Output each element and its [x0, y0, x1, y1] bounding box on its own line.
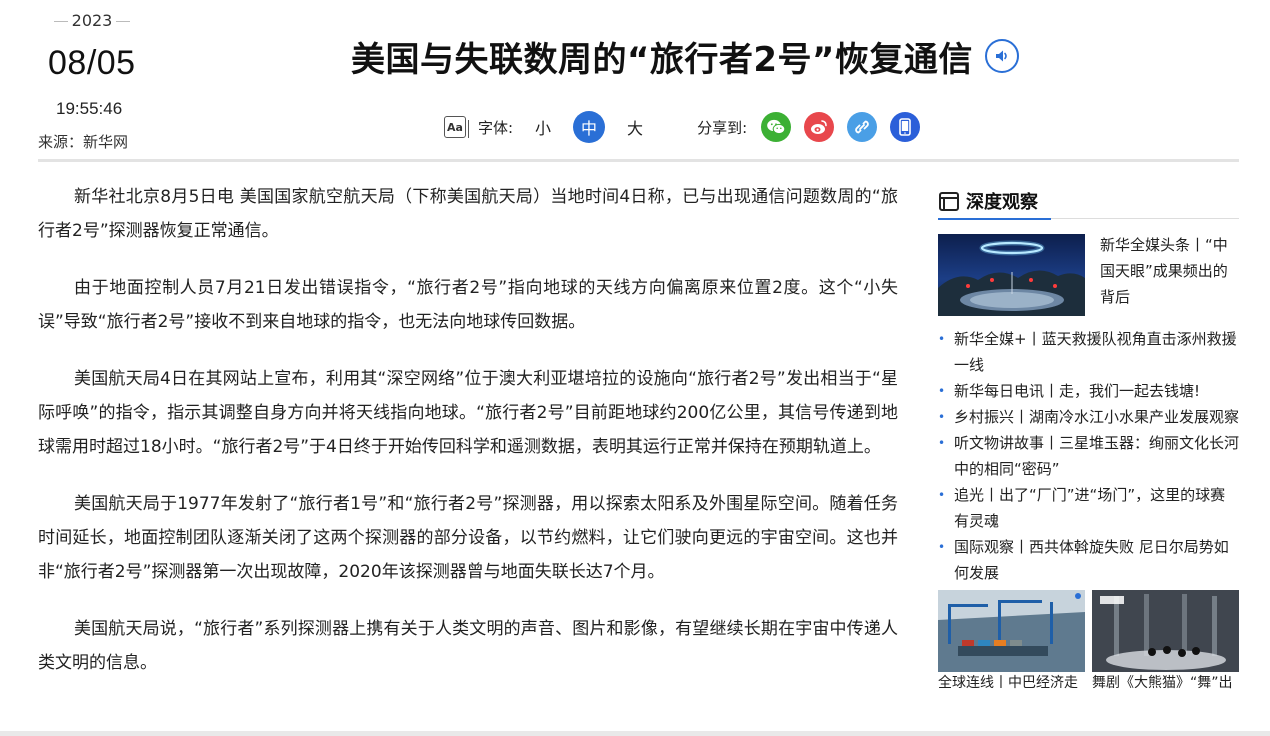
sidebar-feature: 新华全媒头条丨“中国天眼”成果频出的背后	[938, 234, 1239, 316]
article-paragraph: 美国航天局说，“旅行者”系列探测器上携有关于人类文明的声音、图片和影像，有望继续…	[38, 619, 898, 673]
feature-image[interactable]	[938, 234, 1085, 316]
article-body: 新华社北京8月5日电 美国国家航空航天局（下称美国航天局）当地时间4日称，已与出…	[38, 180, 898, 703]
share-mobile-button[interactable]	[890, 112, 921, 142]
font-size-label: 字体:	[478, 118, 514, 137]
share-label: 分享到:	[697, 118, 748, 137]
sidebar-thumbnails: 全球连线丨中巴经济走 舞剧《大熊猫》“舞”出	[938, 590, 1239, 694]
list-item[interactable]: 新华每日电讯丨走，我们一起去钱塘!	[938, 378, 1239, 404]
source-label: 来源：新华网	[38, 133, 129, 151]
headline-row: 美国与失联数周的“旅行者2号”恢复通信	[351, 30, 1019, 82]
sidebar-header-rule	[1051, 218, 1239, 219]
weibo-icon	[811, 120, 827, 134]
thumbnail-card[interactable]: 全球连线丨中巴经济走	[938, 590, 1085, 694]
list-item[interactable]: 追光丨出了“厂门”进“场门”，这里的球赛有灵魂	[938, 482, 1239, 534]
page-title: 美国与失联数周的“旅行者2号”恢复通信	[351, 39, 973, 80]
font-size-medium-button[interactable]: 中	[573, 111, 606, 143]
publish-time: 19:55:46	[56, 99, 123, 118]
speaker-icon	[995, 50, 1007, 62]
sidebar-title: 深度观察	[966, 192, 1038, 213]
header-divider	[38, 159, 1239, 162]
publish-date: 08/05	[48, 44, 136, 82]
share-wechat-button[interactable]	[761, 112, 792, 142]
thumbnail-card[interactable]: 舞剧《大熊猫》“舞”出	[1092, 590, 1239, 694]
list-item[interactable]: 国际观察丨西共体斡旋失败 尼日尔局势如何发展	[938, 534, 1239, 586]
date-block: 2023 08/05 19:55:46 来源：新华网	[38, 10, 146, 152]
list-item[interactable]: 乡村振兴丨湖南冷水江小水果产业发展观察	[938, 404, 1239, 430]
article-paragraph: 由于地面控制人员7月21日发出错误指令，“旅行者2号”指向地球的天线方向偏离原来…	[38, 278, 898, 332]
article-paragraph: 美国航天局4日在其网站上宣布，利用其“深空网络”位于澳大利亚堪培拉的设施向“旅行…	[38, 369, 898, 457]
font-size-icon: Aa	[444, 116, 469, 138]
article-toolbar: Aa 字体: 小 中 大 分享到:	[444, 110, 933, 144]
font-size-small-button[interactable]: 小	[527, 111, 559, 143]
share-link-button[interactable]	[847, 112, 878, 142]
publish-year: 2023	[50, 10, 134, 32]
bottom-scroll-bar	[0, 731, 1270, 736]
port-image	[938, 590, 1085, 672]
thumbnail-caption: 舞剧《大熊猫》“舞”出	[1092, 675, 1233, 691]
mobile-icon	[899, 118, 911, 136]
sidebar-deep-observation: 深度观察 新华全媒头条丨“中国天眼”成果频出的背后 新华全媒+丨蓝天救援队视角直…	[938, 184, 1239, 694]
sidebar-header: 深度观察	[938, 184, 1051, 220]
link-icon	[855, 120, 869, 134]
feature-link[interactable]: 新华全媒头条丨“中国天眼”成果频出的背后	[1100, 232, 1239, 316]
list-item[interactable]: 新华全媒+丨蓝天救援队视角直击涿州救援一线	[938, 326, 1239, 378]
article-paragraph: 美国航天局于1977年发射了“旅行者1号”和“旅行者2号”探测器，用以探索太阳系…	[38, 494, 898, 582]
article-paragraph: 新华社北京8月5日电 美国国家航空航天局（下称美国航天局）当地时间4日称，已与出…	[38, 187, 898, 241]
sidebar-news-list: 新华全媒+丨蓝天救援队视角直击涿州救援一线 新华每日电讯丨走，我们一起去钱塘! …	[938, 326, 1239, 586]
newspaper-icon	[939, 192, 959, 211]
thumbnail-caption: 全球连线丨中巴经济走	[938, 675, 1078, 691]
font-size-large-button[interactable]: 大	[619, 111, 651, 143]
wechat-icon	[767, 119, 786, 135]
audio-play-button[interactable]	[984, 39, 1019, 73]
dance-stage-image	[1092, 590, 1239, 672]
share-weibo-button[interactable]	[804, 112, 835, 142]
list-item[interactable]: 听文物讲故事丨三星堆玉器：绚丽文化长河中的相同“密码”	[938, 430, 1239, 482]
